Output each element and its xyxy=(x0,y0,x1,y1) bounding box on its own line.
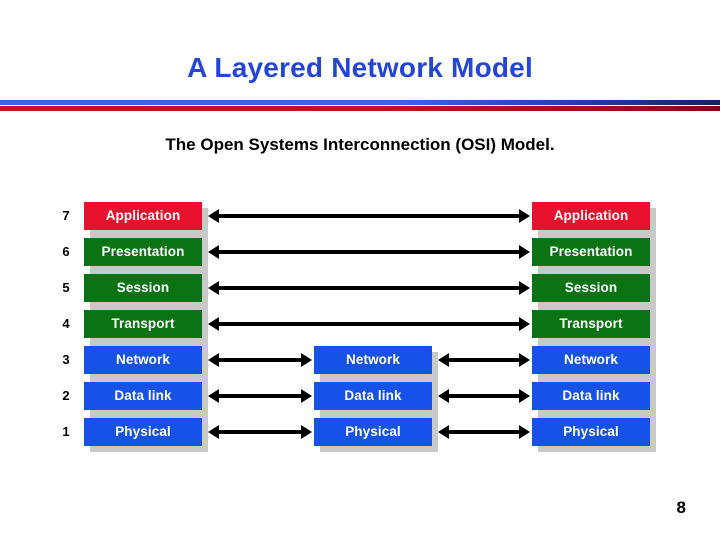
arrow-shaft xyxy=(446,358,522,362)
end-to-end-arrow-presentation xyxy=(208,245,530,259)
divider-bar-red xyxy=(0,106,720,111)
arrow-head-left-icon xyxy=(208,389,219,403)
arrow-shaft xyxy=(216,250,522,254)
left-stack-layer-application[interactable]: Application xyxy=(84,202,202,230)
layer-number-4: 4 xyxy=(62,316,70,331)
arrow-head-left-icon xyxy=(438,389,449,403)
right-stack-layer-network[interactable]: Network xyxy=(532,346,650,374)
arrow-shaft xyxy=(446,430,522,434)
hop-arrow-left-network xyxy=(208,353,312,367)
hop-arrow-left-physical xyxy=(208,425,312,439)
arrow-head-right-icon xyxy=(301,425,312,439)
right-stack-layer-presentation[interactable]: Presentation xyxy=(532,238,650,266)
arrow-head-right-icon xyxy=(519,209,530,223)
arrow-head-right-icon xyxy=(301,389,312,403)
arrow-head-right-icon xyxy=(519,281,530,295)
right-stack-layer-session[interactable]: Session xyxy=(532,274,650,302)
page-title: A Layered Network Model xyxy=(187,52,533,83)
right-stack-layer-transport[interactable]: Transport xyxy=(532,310,650,338)
arrow-head-left-icon xyxy=(438,353,449,367)
hop-arrow-right-network xyxy=(438,353,530,367)
layer-number-7: 7 xyxy=(62,208,70,223)
right-stack-layer-physical[interactable]: Physical xyxy=(532,418,650,446)
title-divider xyxy=(0,100,720,114)
arrow-shaft xyxy=(216,430,304,434)
layer-number-3: 3 xyxy=(62,352,70,367)
osi-layer-diagram: 7 6 5 4 3 2 1 Application Presentation Session Tra… xyxy=(0,190,720,480)
right-stack-layer-application[interactable]: Application xyxy=(532,202,650,230)
arrow-head-left-icon xyxy=(208,281,219,295)
end-to-end-arrow-application xyxy=(208,209,530,223)
arrow-head-right-icon xyxy=(519,245,530,259)
hop-arrow-left-data-link xyxy=(208,389,312,403)
arrow-head-left-icon xyxy=(208,425,219,439)
hop-arrow-right-data-link xyxy=(438,389,530,403)
arrow-shaft xyxy=(216,358,304,362)
left-stack-layer-data-link[interactable]: Data link xyxy=(84,382,202,410)
layer-number-6: 6 xyxy=(62,244,70,259)
arrow-head-right-icon xyxy=(519,317,530,331)
layer-number-5: 5 xyxy=(62,280,70,295)
left-stack-layer-transport[interactable]: Transport xyxy=(84,310,202,338)
left-stack-layer-physical[interactable]: Physical xyxy=(84,418,202,446)
arrow-head-right-icon xyxy=(301,353,312,367)
middle-stack-layer-network[interactable]: Network xyxy=(314,346,432,374)
arrow-head-right-icon xyxy=(519,353,530,367)
layer-number-2: 2 xyxy=(62,388,70,403)
arrow-head-right-icon xyxy=(519,389,530,403)
arrow-shaft xyxy=(216,322,522,326)
page-number: 8 xyxy=(676,498,686,517)
arrow-shaft xyxy=(216,214,522,218)
arrow-shaft xyxy=(216,394,304,398)
arrow-head-left-icon xyxy=(438,425,449,439)
arrow-head-left-icon xyxy=(208,209,219,223)
end-to-end-arrow-transport xyxy=(208,317,530,331)
middle-stack-layer-data-link[interactable]: Data link xyxy=(314,382,432,410)
right-stack-layer-data-link[interactable]: Data link xyxy=(532,382,650,410)
middle-stack-layer-physical[interactable]: Physical xyxy=(314,418,432,446)
arrow-head-left-icon xyxy=(208,245,219,259)
arrow-head-right-icon xyxy=(519,425,530,439)
left-stack-layer-presentation[interactable]: Presentation xyxy=(84,238,202,266)
arrow-head-left-icon xyxy=(208,353,219,367)
arrow-shaft xyxy=(216,286,522,290)
page-subtitle: The Open Systems Interconnection (OSI) M… xyxy=(165,135,555,154)
left-stack-layer-network[interactable]: Network xyxy=(84,346,202,374)
arrow-shaft xyxy=(446,394,522,398)
layer-number-1: 1 xyxy=(62,424,70,439)
hop-arrow-right-physical xyxy=(438,425,530,439)
left-stack-layer-session[interactable]: Session xyxy=(84,274,202,302)
end-to-end-arrow-session xyxy=(208,281,530,295)
arrow-head-left-icon xyxy=(208,317,219,331)
